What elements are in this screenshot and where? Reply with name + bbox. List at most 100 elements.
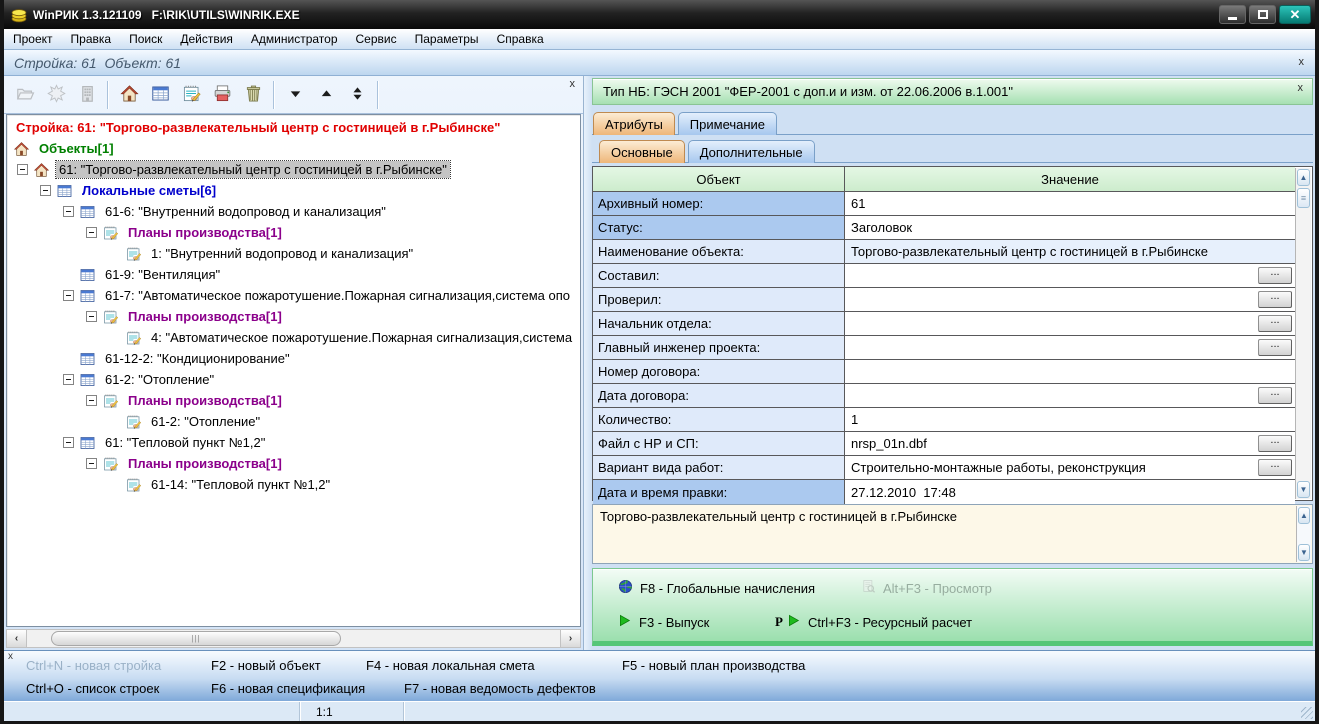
sheet bbox=[79, 287, 99, 304]
attribute-value[interactable] bbox=[845, 360, 1295, 383]
menu-item-6[interactable]: Сервис bbox=[347, 29, 406, 49]
hint-f4[interactable]: F4 - новая локальная смета bbox=[366, 658, 535, 673]
hint-f2[interactable]: F2 - новый объект bbox=[211, 658, 321, 673]
attribute-value[interactable]: ... bbox=[845, 312, 1295, 335]
tree-panel-close-icon[interactable]: x bbox=[567, 78, 579, 91]
tab-2[interactable]: Примечание bbox=[677, 112, 778, 135]
attribute-value[interactable]: Строительно-монтажные работы, реконструк… bbox=[845, 456, 1295, 479]
tree-item[interactable]: 61-2: "Отопление" bbox=[7, 411, 580, 432]
tree-item[interactable]: 61: "Торгово-развлекательный центр с гос… bbox=[7, 159, 580, 180]
ellipsis-button[interactable]: ... bbox=[1258, 387, 1292, 404]
ellipsis-button[interactable]: ... bbox=[1258, 267, 1292, 284]
ellipsis-button[interactable]: ... bbox=[1258, 339, 1292, 356]
scroll-down-icon[interactable]: ▼ bbox=[1297, 481, 1310, 498]
attribute-value[interactable]: 1 bbox=[845, 408, 1295, 431]
print-button[interactable] bbox=[207, 81, 238, 109]
tree-horizontal-scrollbar[interactable]: ‹ ||| › bbox=[6, 629, 581, 648]
menu-item-2[interactable]: Правка bbox=[62, 29, 121, 49]
collapse-expander-icon[interactable] bbox=[63, 290, 74, 301]
tree-item[interactable]: Планы производства[1] bbox=[7, 306, 580, 327]
maximize-button[interactable] bbox=[1249, 5, 1276, 24]
minimize-button[interactable] bbox=[1219, 5, 1246, 24]
collapse-expander-icon[interactable] bbox=[17, 164, 28, 175]
tree-item[interactable]: 4: "Автоматическое пожаротушение.Пожарна… bbox=[7, 327, 580, 348]
tree-item[interactable]: 61-6: "Внутренний водопровод и канализац… bbox=[7, 201, 580, 222]
attribute-value[interactable]: 27.12.2010 17:48 bbox=[845, 480, 1295, 504]
scroll-right-icon[interactable]: › bbox=[560, 630, 580, 647]
hint-f7[interactable]: F7 - новая ведомость дефектов bbox=[404, 681, 596, 696]
tree-item[interactable]: 61-7: "Автоматическое пожаротушение.Пожа… bbox=[7, 285, 580, 306]
fkey-ctrl-f3[interactable]: P Ctrl+F3 - Ресурсный расчет bbox=[775, 613, 972, 631]
tab-1[interactable]: Атрибуты bbox=[593, 112, 675, 135]
subtab-2[interactable]: Дополнительные bbox=[687, 140, 815, 163]
tree-item[interactable]: Планы производства[1] bbox=[7, 453, 580, 474]
close-button[interactable]: ✕ bbox=[1279, 5, 1311, 24]
table-vertical-scrollbar[interactable]: ▲ ≡ ▼ bbox=[1295, 168, 1311, 499]
collapse-expander-icon[interactable] bbox=[86, 458, 97, 469]
move-updown-button[interactable] bbox=[342, 81, 373, 109]
tree-item[interactable]: 1: "Внутренний водопровод и канализация" bbox=[7, 243, 580, 264]
move-up-button[interactable] bbox=[311, 81, 342, 109]
menu-item-8[interactable]: Справка bbox=[488, 29, 553, 49]
ellipsis-button[interactable]: ... bbox=[1258, 315, 1292, 332]
menu-item-5[interactable]: Администратор bbox=[242, 29, 347, 49]
collapse-expander-icon[interactable] bbox=[86, 227, 97, 238]
attribute-value[interactable]: 61 bbox=[845, 192, 1295, 215]
spreadsheet-button[interactable] bbox=[145, 81, 176, 109]
attribute-value[interactable]: Торгово-развлекательный центр с гостиниц… bbox=[845, 240, 1295, 263]
plan-button[interactable] bbox=[176, 81, 207, 109]
move-down-button[interactable] bbox=[280, 81, 311, 109]
scroll-down-icon[interactable]: ▼ bbox=[1298, 544, 1310, 561]
tree-item[interactable]: 61: "Тепловой пункт №1,2" bbox=[7, 432, 580, 453]
hint-f5[interactable]: F5 - новый план производства bbox=[622, 658, 805, 673]
subtab-1[interactable]: Основные bbox=[599, 140, 685, 163]
tree-item[interactable]: Локальные сметы[6] bbox=[7, 180, 580, 201]
tree-item[interactable]: 61-12-2: "Кондиционирование" bbox=[7, 348, 580, 369]
hint-ctrl-o[interactable]: Ctrl+O - список строек bbox=[26, 681, 159, 696]
hint-f6[interactable]: F6 - новая спецификация bbox=[211, 681, 365, 696]
ellipsis-button[interactable]: ... bbox=[1258, 459, 1292, 476]
tree-item[interactable]: Планы производства[1] bbox=[7, 222, 580, 243]
house-button[interactable] bbox=[114, 81, 145, 109]
scrollbar-thumb[interactable]: ≡ bbox=[1297, 188, 1310, 208]
tree-item[interactable]: 61-9: "Вентиляция" bbox=[7, 264, 580, 285]
ellipsis-button[interactable]: ... bbox=[1258, 435, 1292, 452]
panel-splitter[interactable] bbox=[584, 76, 592, 650]
ellipsis-button[interactable]: ... bbox=[1258, 291, 1292, 308]
plan-icon bbox=[182, 84, 201, 106]
collapse-expander-icon[interactable] bbox=[63, 374, 74, 385]
collapse-expander-icon[interactable] bbox=[40, 185, 51, 196]
memo-vertical-scrollbar[interactable]: ▲ ▼ bbox=[1296, 506, 1311, 562]
collapse-expander-icon[interactable] bbox=[86, 395, 97, 406]
tree-item[interactable]: Планы производства[1] bbox=[7, 390, 580, 411]
object-description-memo[interactable]: Торгово-развлекательный центр с гостиниц… bbox=[592, 504, 1313, 564]
tree-item[interactable]: Стройка: 61: "Торгово-развлекательный це… bbox=[7, 117, 580, 138]
resize-grip-icon[interactable] bbox=[1301, 707, 1313, 719]
scroll-up-icon[interactable]: ▲ bbox=[1297, 169, 1310, 186]
menu-item-1[interactable]: Проект bbox=[4, 29, 62, 49]
infobar-close-icon[interactable]: x bbox=[1296, 56, 1308, 69]
fkey-f8[interactable]: F8 - Глобальные начисления bbox=[618, 579, 815, 597]
attribute-value[interactable]: ... bbox=[845, 384, 1295, 407]
tree-item[interactable]: Объекты[1] bbox=[7, 138, 580, 159]
fkey-f3[interactable]: F3 - Выпуск bbox=[617, 613, 709, 631]
attribute-value[interactable]: ... bbox=[845, 336, 1295, 359]
hintbar-close-icon[interactable]: x bbox=[8, 651, 13, 662]
scrollbar-thumb[interactable]: ||| bbox=[51, 631, 341, 646]
scroll-up-icon[interactable]: ▲ bbox=[1298, 507, 1310, 524]
trash-button[interactable] bbox=[238, 81, 269, 109]
scroll-left-icon[interactable]: ‹ bbox=[7, 630, 27, 647]
attribute-value[interactable]: ... bbox=[845, 264, 1295, 287]
attribute-value[interactable]: ... bbox=[845, 288, 1295, 311]
menu-item-4[interactable]: Действия bbox=[171, 29, 242, 49]
tree-item[interactable]: 61-2: "Отопление" bbox=[7, 369, 580, 390]
menu-item-3[interactable]: Поиск bbox=[120, 29, 171, 49]
attribute-value[interactable]: nrsp_01n.dbf... bbox=[845, 432, 1295, 455]
norm-base-close-icon[interactable]: x bbox=[1295, 82, 1307, 95]
attribute-value[interactable]: Заголовок bbox=[845, 216, 1295, 239]
collapse-expander-icon[interactable] bbox=[86, 311, 97, 322]
collapse-expander-icon[interactable] bbox=[63, 437, 74, 448]
collapse-expander-icon[interactable] bbox=[63, 206, 74, 217]
menu-item-7[interactable]: Параметры bbox=[406, 29, 488, 49]
tree-item[interactable]: 61-14: "Тепловой пункт №1,2" bbox=[7, 474, 580, 495]
